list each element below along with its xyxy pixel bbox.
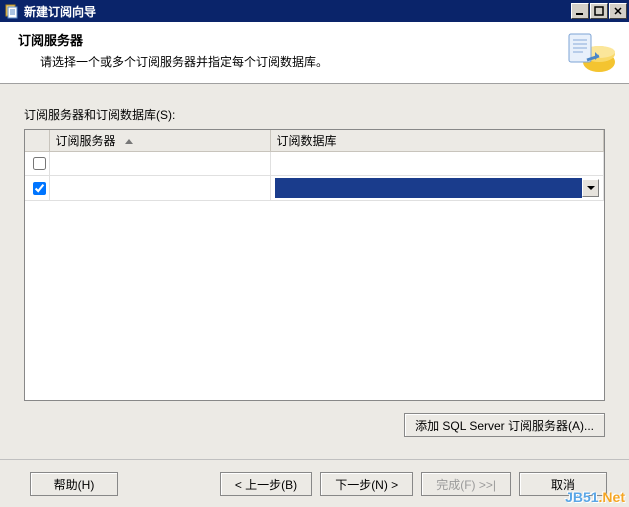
wizard-footer: 帮助(H) < 上一步(B) 下一步(N) > 完成(F) >>| 取消: [0, 459, 629, 507]
window-title: 新建订阅向导: [24, 3, 570, 20]
subscriber-table: 订阅服务器 订阅数据库: [24, 129, 605, 401]
database-select[interactable]: [275, 178, 600, 198]
table-label: 订阅服务器和订阅数据库(S):: [24, 106, 605, 123]
close-button[interactable]: [609, 3, 627, 19]
next-button[interactable]: 下一步(N) >: [320, 472, 413, 496]
row-checkbox[interactable]: [33, 182, 46, 195]
database-cell[interactable]: [270, 152, 604, 176]
table-row[interactable]: [25, 152, 604, 176]
dropdown-button[interactable]: [582, 179, 599, 197]
back-button[interactable]: < 上一步(B): [220, 472, 312, 496]
table-row[interactable]: [25, 176, 604, 201]
wizard-icon: [565, 30, 617, 78]
page-subtitle: 请选择一个或多个订阅服务器并指定每个订阅数据库。: [40, 53, 617, 70]
database-column-header[interactable]: 订阅数据库: [270, 130, 604, 152]
app-icon: [4, 3, 20, 19]
chevron-down-icon: [587, 186, 595, 190]
sort-asc-icon: [125, 139, 133, 144]
finish-button: 完成(F) >>|: [421, 472, 511, 496]
maximize-button[interactable]: [590, 3, 608, 19]
window-controls: [570, 3, 627, 19]
minimize-button[interactable]: [571, 3, 589, 19]
row-checkbox[interactable]: [33, 157, 46, 170]
add-subscriber-button[interactable]: 添加 SQL Server 订阅服务器(A)...: [404, 413, 605, 437]
page-title: 订阅服务器: [18, 30, 617, 49]
server-name-cell: [49, 152, 270, 176]
database-selected-value: [275, 178, 583, 198]
wizard-header: 订阅服务器 请选择一个或多个订阅服务器并指定每个订阅数据库。: [0, 22, 629, 84]
title-bar: 新建订阅向导: [0, 0, 629, 22]
database-cell[interactable]: [270, 176, 604, 201]
wizard-body: 订阅服务器和订阅数据库(S): 订阅服务器 订阅数据库: [0, 84, 629, 459]
checkbox-column-header[interactable]: [25, 130, 49, 152]
server-column-label: 订阅服务器: [56, 134, 116, 148]
server-name-cell: [49, 176, 270, 201]
cancel-button[interactable]: 取消: [519, 472, 607, 496]
database-column-label: 订阅数据库: [277, 134, 337, 148]
help-button[interactable]: 帮助(H): [30, 472, 118, 496]
server-column-header[interactable]: 订阅服务器: [49, 130, 270, 152]
